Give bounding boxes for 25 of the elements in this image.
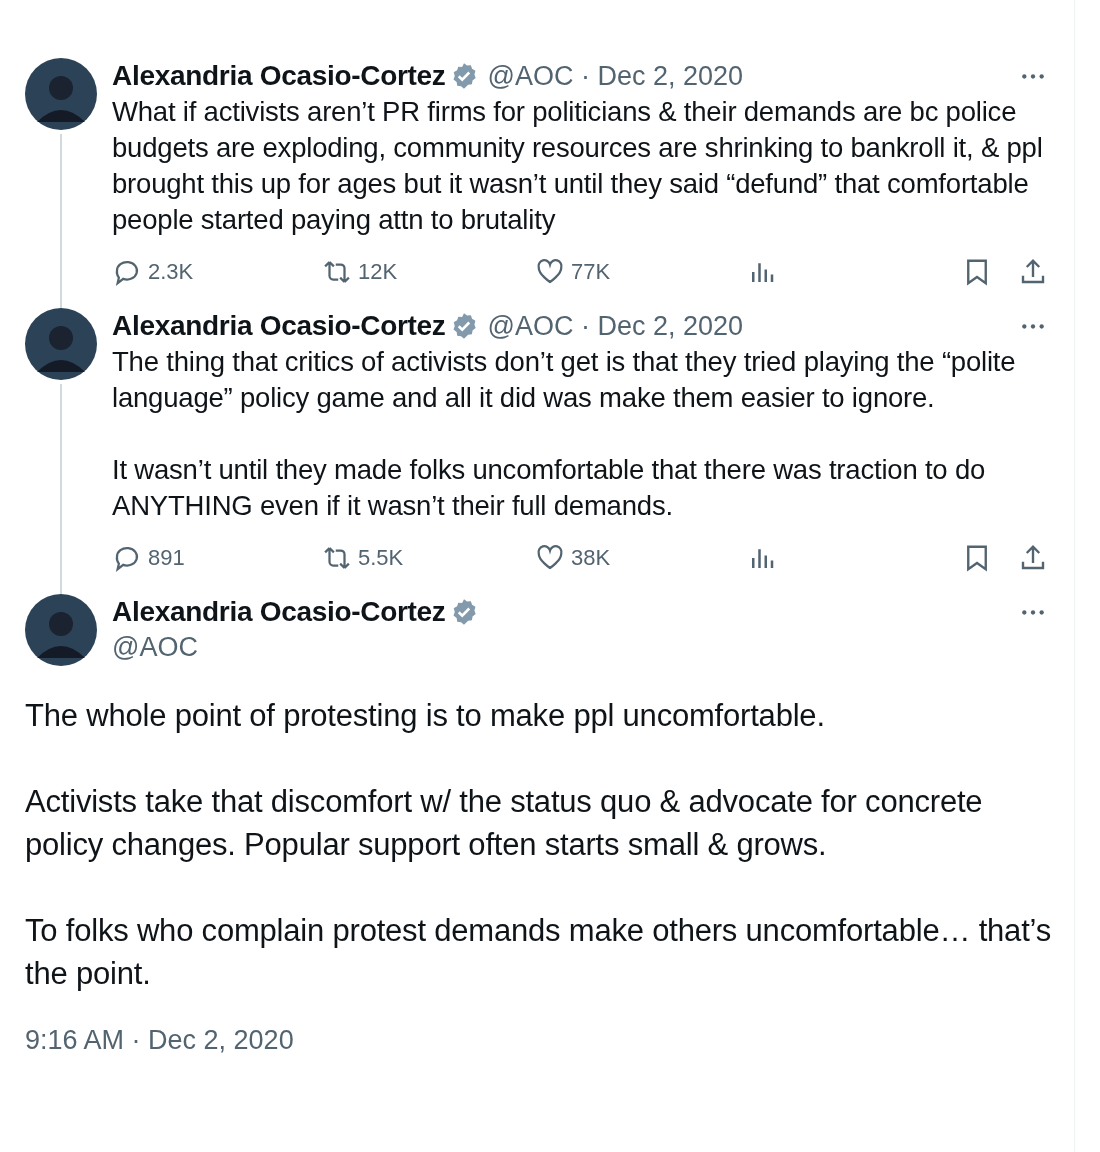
more-icon[interactable] bbox=[1020, 321, 1046, 331]
post-text: Activists take that discomfort w/ the status quo & advocate for concrete policy changes. Popular support often starts small & grows. bbox=[25, 783, 984, 864]
reply-button[interactable]: 891 bbox=[112, 543, 322, 573]
author-name[interactable]: Alexandria Ocasio-Cortez bbox=[112, 60, 446, 92]
handle-and-date: @AOC · Dec 2, 2020 bbox=[487, 310, 744, 342]
like-button[interactable]: 77K bbox=[535, 257, 747, 287]
post-text: It wasn’t until they made folks uncomfortable that there was traction to do ANYTHING even if it wasn’t their full demands. bbox=[112, 453, 987, 523]
post-text: To folks who complain protest demands make others uncomfortable… that’s the point. bbox=[25, 912, 1052, 993]
timestamp[interactable]: 9:16 AM · Dec 2, 2020 bbox=[25, 1025, 1052, 1056]
avatar[interactable] bbox=[25, 594, 97, 666]
handle-and-date: @AOC · Dec 2, 2020 bbox=[487, 60, 744, 92]
more-icon[interactable] bbox=[1020, 607, 1046, 617]
repost-button[interactable]: 12K bbox=[322, 257, 535, 287]
author-name[interactable]: Alexandria Ocasio-Cortez bbox=[112, 596, 446, 628]
avatar[interactable] bbox=[25, 308, 97, 380]
handle: @AOC bbox=[112, 632, 199, 663]
reply-button[interactable]: 2.3K bbox=[112, 257, 322, 287]
author-name[interactable]: Alexandria Ocasio-Cortez bbox=[112, 310, 446, 342]
repost-button[interactable]: 5.5K bbox=[322, 543, 535, 573]
post-text: The whole point of protesting is to make ppl uncomfortable. bbox=[25, 697, 826, 735]
like-button[interactable]: 38K bbox=[535, 543, 747, 573]
post-text: The thing that critics of activists don’t get is that they tried playing the “polite language” policy game and all it did was make them easier to ignore. bbox=[112, 345, 1017, 415]
avatar[interactable] bbox=[25, 58, 97, 130]
post-text: What if activists aren’t PR firms for politicians & their demands are bc police budgets are exploding, community resources are shrinking to bankroll it, & ppl brought this up for ages but it wasn’t until they said “defund” that comfortable people started paying attn to brutality bbox=[112, 95, 1044, 237]
more-icon[interactable] bbox=[1020, 71, 1046, 81]
